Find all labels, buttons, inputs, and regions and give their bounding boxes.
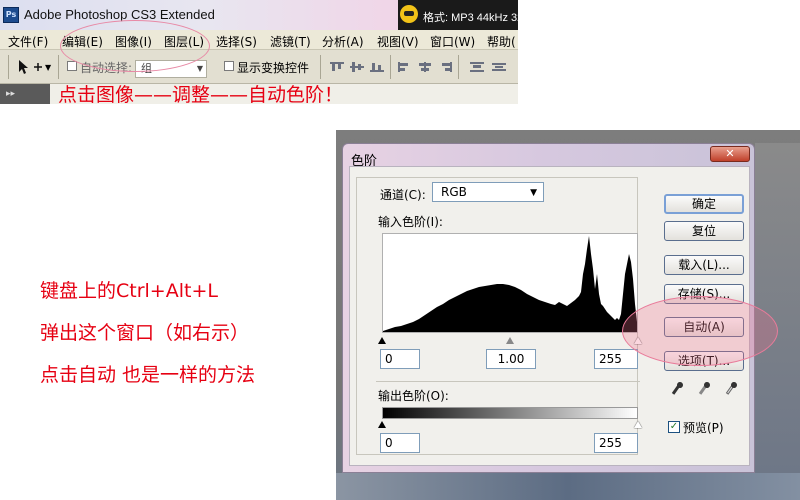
align-hcenter-icon[interactable] xyxy=(418,62,432,72)
align-right-icon[interactable] xyxy=(438,62,452,72)
white-eyedropper-icon[interactable] xyxy=(722,380,739,399)
input-gamma-field[interactable]: 1.00 xyxy=(486,349,536,369)
load-button[interactable]: 载入(L)... xyxy=(664,255,744,275)
input-black-point-handle[interactable] xyxy=(378,337,386,344)
media-player-icon xyxy=(400,5,418,23)
auto-select-checkbox[interactable] xyxy=(67,61,77,71)
show-transform-checkbox[interactable] xyxy=(224,61,234,71)
media-player-badge: 格式: MP3 44kHz 32 xyxy=(398,0,518,30)
histogram-graph xyxy=(383,236,637,332)
black-eyedropper-icon[interactable] xyxy=(668,380,685,399)
align-bottom-icon[interactable] xyxy=(370,62,384,72)
input-gamma-handle[interactable] xyxy=(506,337,514,344)
gray-eyedropper-icon[interactable] xyxy=(695,380,712,399)
reset-button[interactable]: 复位 xyxy=(664,221,744,241)
input-black-field[interactable]: 0 xyxy=(380,349,420,369)
instruction-shortcut: 键盘上的Ctrl+Alt+L xyxy=(40,280,218,302)
channel-value: RGB xyxy=(441,185,467,199)
menu-help[interactable]: 帮助( xyxy=(487,33,516,50)
screenshot-background-right xyxy=(755,143,800,473)
menu-file[interactable]: 文件(F) xyxy=(8,33,48,50)
channel-dropdown[interactable]: RGB ▼ xyxy=(432,182,544,202)
chevron-down-icon: ▼ xyxy=(196,64,203,73)
instruction-click-auto: 点击自动 也是一样的方法 xyxy=(40,364,256,386)
chevron-down-icon: ▼ xyxy=(530,188,537,198)
align-vcenter-icon[interactable] xyxy=(350,62,364,72)
menu-select[interactable]: 选择(S) xyxy=(216,33,257,50)
distribute-vcenter-icon[interactable] xyxy=(492,62,506,72)
output-levels-slider[interactable] xyxy=(378,421,642,429)
media-format-text: 格式: MP3 44kHz 32 xyxy=(423,12,518,24)
screenshot-background-bottom xyxy=(336,473,800,500)
close-icon[interactable]: ✕ xyxy=(710,146,750,162)
divider xyxy=(58,55,59,79)
input-levels-slider[interactable] xyxy=(378,337,642,345)
divider xyxy=(390,55,391,79)
output-black-field[interactable]: 0 xyxy=(380,433,420,453)
output-white-field[interactable]: 255 xyxy=(594,433,638,453)
output-black-handle[interactable] xyxy=(378,421,386,428)
output-gradient-bar xyxy=(382,407,638,419)
instruction-menu-path: 点击图像——调整——自动色阶！ xyxy=(58,84,344,104)
ok-button[interactable]: 确定 xyxy=(664,194,744,214)
preview-label: 预览(P) xyxy=(683,421,724,435)
show-transform-label: 显示变换控件 xyxy=(237,61,310,75)
photoshop-logo-icon: Ps xyxy=(3,7,19,23)
output-levels-label: 输出色阶(O): xyxy=(378,389,449,403)
divider xyxy=(376,381,640,382)
preview-checkbox[interactable]: ✓ xyxy=(668,421,680,433)
distribute-top-icon[interactable] xyxy=(470,62,484,72)
menu-analysis[interactable]: 分析(A) xyxy=(322,33,364,50)
move-tool-icon[interactable] xyxy=(18,59,44,79)
align-left-icon[interactable] xyxy=(398,62,412,72)
photoshop-window-strip: Ps Adobe Photoshop CS3 Extended 格式: MP3 … xyxy=(0,0,518,104)
output-white-handle[interactable] xyxy=(634,421,642,428)
channel-label: 通道(C): xyxy=(380,188,426,202)
divider xyxy=(458,55,459,79)
title-bar: Ps Adobe Photoshop CS3 Extended 格式: MP3 … xyxy=(0,0,518,30)
histogram xyxy=(382,233,638,333)
divider xyxy=(320,55,321,79)
menu-filter[interactable]: 滤镜(T) xyxy=(270,33,311,50)
tool-preset-caret-icon[interactable]: ▼ xyxy=(45,63,51,72)
highlight-ellipse-auto xyxy=(622,296,778,366)
highlight-ellipse-menu xyxy=(60,20,210,72)
align-top-icon[interactable] xyxy=(330,62,344,72)
menu-window[interactable]: 窗口(W) xyxy=(430,33,475,50)
menu-view[interactable]: 视图(V) xyxy=(377,33,419,50)
dock-expand-icon[interactable]: ▸▸ xyxy=(0,84,50,104)
input-levels-label: 输入色阶(I): xyxy=(378,215,443,229)
instruction-popup: 弹出这个窗口（如右示） xyxy=(40,322,250,344)
input-white-field[interactable]: 255 xyxy=(594,349,638,369)
toolbar-grip xyxy=(8,55,9,79)
